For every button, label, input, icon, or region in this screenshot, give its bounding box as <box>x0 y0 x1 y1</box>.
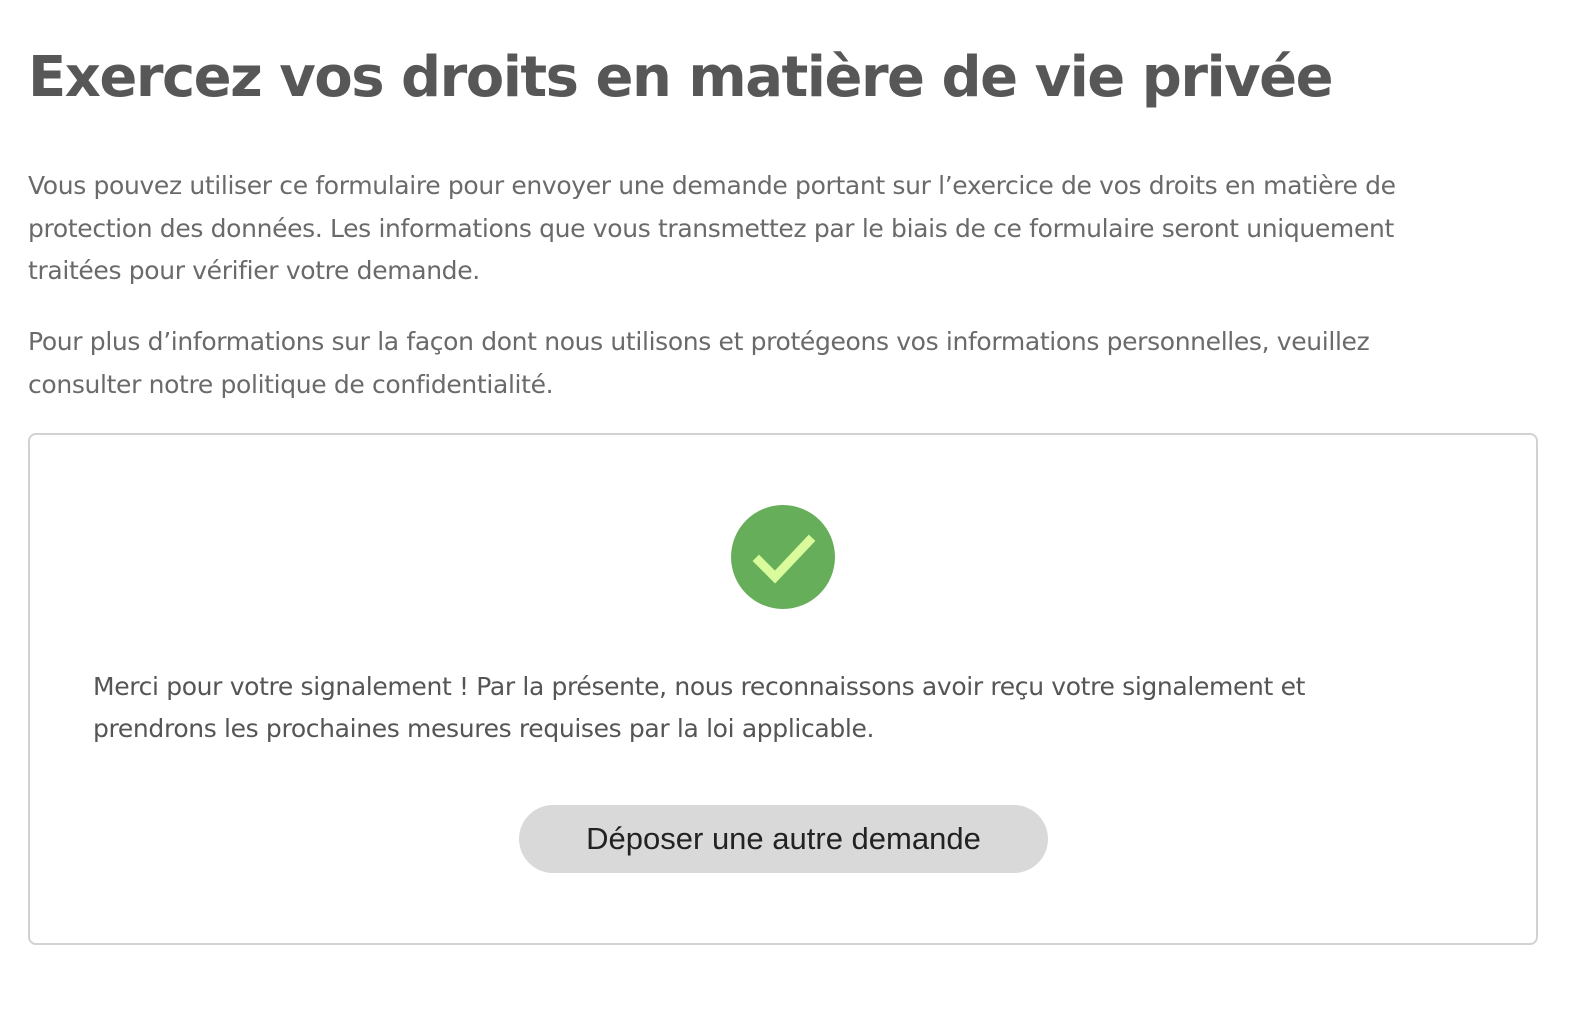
confirmation-message: Merci pour votre signalement ! Par la pr… <box>93 672 1306 743</box>
privacy-request-page: Exercez vos droits en matière de vie pri… <box>0 0 1590 1028</box>
intro-paragraph: Vous pouvez utiliser ce formulaire pour … <box>28 171 1396 285</box>
confirmation-panel: Merci pour votre signalement ! Par la pr… <box>28 433 1538 945</box>
page-title: Exercez vos droits en matière de vie pri… <box>28 45 1334 110</box>
new-request-button[interactable]: Déposer une autre demande <box>519 805 1048 873</box>
checkmark-circle-icon <box>731 505 835 609</box>
checkmark-circle-background <box>731 505 835 609</box>
privacy-policy-paragraph: Pour plus d’informations sur la façon do… <box>28 327 1370 399</box>
